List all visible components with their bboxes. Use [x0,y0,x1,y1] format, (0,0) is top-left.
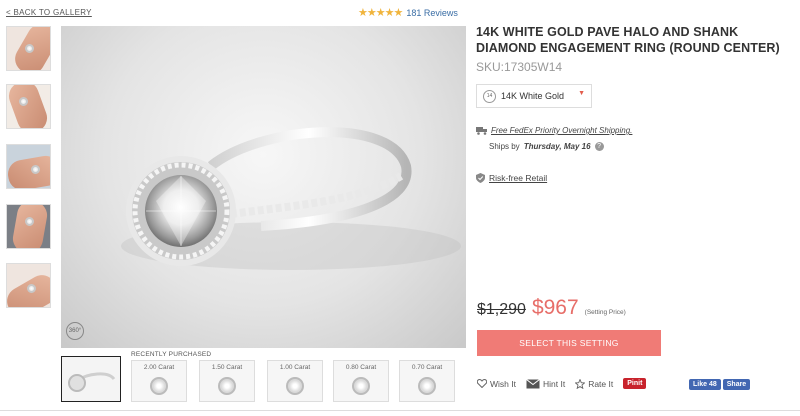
reviews-summary[interactable]: ★★★★★ 181 Reviews [358,6,458,19]
envelope-icon [526,378,540,388]
select-setting-button[interactable]: SELECT THIS SETTING [477,330,661,356]
ring-illustration [121,127,461,270]
chevron-down-icon: ▼ [578,90,585,97]
facebook-share-button[interactable]: Share [722,379,751,390]
ships-by-label: Ships by [489,142,520,151]
pinterest-button[interactable]: Pinit [623,378,647,389]
back-to-gallery-link[interactable]: < BACK TO GALLERY [6,8,92,17]
metal-select[interactable]: 14 14K White Gold ▼ [476,84,592,108]
recent-item[interactable]: 1.50 Carat [199,360,255,402]
ring-thumb-icon [150,377,168,395]
product-sku: SKU:17305W14 [476,60,563,74]
ships-by: Ships by Thursday, May 16 ? [489,142,604,151]
shield-icon [476,173,485,183]
selected-view-thumbnail[interactable] [61,356,121,402]
carat-label: 0.80 Carat [345,364,377,371]
rate-it-label: Rate It [588,378,614,389]
main-product-image[interactable] [61,26,466,348]
thumbnail-hand-5[interactable] [6,263,51,308]
ring-thumb-icon [218,377,236,395]
divider [0,410,800,411]
metal-chip-icon: 14 [483,89,496,103]
risk-free-link[interactable]: Risk-free Retail [489,173,547,183]
hint-it-button[interactable]: Hint It [526,379,565,389]
metal-select-value: 14K White Gold [501,91,565,101]
rating-stars: ★★★★★ [358,7,403,19]
help-icon[interactable]: ? [594,142,604,151]
price-row: $1,290 $967 (Setting Price) [477,296,626,320]
heart-icon [477,379,487,388]
recent-item[interactable]: 2.00 Carat [131,360,187,402]
carat-label: 2.00 Carat [143,364,175,371]
carat-label: 0.70 Carat [411,364,443,371]
truck-icon [476,127,487,135]
ring-thumb-icon [68,372,116,392]
reviews-link[interactable]: 181 Reviews [406,8,458,18]
sale-price: $967 [531,296,579,319]
wish-it-button[interactable]: Wish It [477,379,516,389]
facebook-like-button[interactable]: Like 48 [689,379,721,390]
spin-360-icon[interactable]: 360° [66,322,84,340]
ring-thumb-icon [286,377,304,395]
rate-it-button[interactable]: Rate It [575,378,614,389]
original-price: $1,290 [477,301,526,318]
facebook-buttons: Like 48 Share [689,379,751,390]
recently-purchased-strip: RECENTLY PURCHASED 2.00 Carat 1.50 Carat… [61,348,466,408]
star-outline-icon [575,378,586,389]
carat-label: 1.00 Carat [279,364,311,371]
wish-it-label: Wish It [490,378,516,389]
recent-item[interactable]: 0.70 Carat [399,360,455,402]
ring-thumb-icon [352,377,370,395]
hint-it-label: Hint It [542,378,566,389]
thumbnail-hand-1[interactable] [6,26,51,71]
recently-purchased-label: RECENTLY PURCHASED [131,351,212,358]
product-actions: Wish It Hint It Rate It Pinit [477,378,647,389]
risk-free-retail: Risk-free Retail [476,173,547,183]
price-note: (Setting Price) [584,309,626,316]
recent-item[interactable]: 1.00 Carat [267,360,323,402]
thumbnail-hand-2[interactable] [6,84,51,129]
ships-by-date: Thursday, May 16 [523,142,591,151]
recent-item[interactable]: 0.80 Carat [333,360,389,402]
thumbnail-hand-3[interactable] [6,144,51,189]
ring-thumb-icon [418,377,436,395]
free-shipping-link[interactable]: Free FedEx Priority Overnight Shipping. [491,126,632,135]
carat-label: 1.50 Carat [211,364,243,371]
shipping-info: Free FedEx Priority Overnight Shipping. [476,126,632,135]
thumbnail-hand-4[interactable] [6,204,51,249]
product-title: 14K WHITE GOLD PAVE HALO AND SHANK DIAMO… [476,25,780,55]
